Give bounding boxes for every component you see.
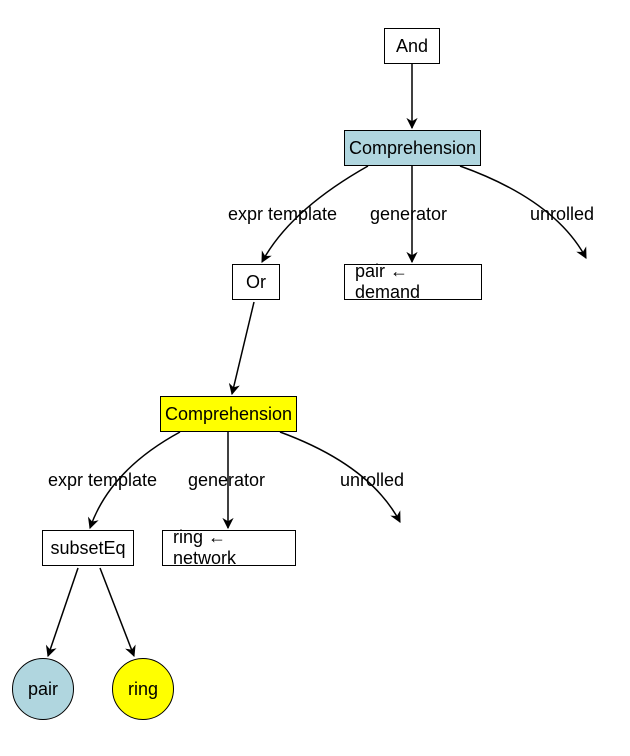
node-and-label: And: [396, 36, 428, 57]
node-comprehension-1: Comprehension: [344, 130, 481, 166]
edge-label-expr-template-1: expr template: [228, 204, 337, 225]
node-ring-network: ring ← network: [162, 530, 296, 566]
diagram-edges: [0, 0, 630, 756]
node-subseteq: subsetEq: [42, 530, 134, 566]
edge-label-unrolled-1: unrolled: [530, 204, 594, 225]
node-or: Or: [232, 264, 280, 300]
node-ring-network-label: ring ← network: [173, 527, 285, 569]
node-and: And: [384, 28, 440, 64]
node-pair-demand-label: pair ← demand: [355, 261, 471, 303]
node-comprehension-2-label: Comprehension: [165, 404, 292, 425]
node-comprehension-1-label: Comprehension: [349, 138, 476, 159]
edge-label-generator-1: generator: [370, 204, 447, 225]
node-pair: pair: [12, 658, 74, 720]
edge-label-expr-template-2: expr template: [48, 470, 157, 491]
node-pair-label: pair: [28, 679, 58, 700]
node-or-label: Or: [246, 272, 266, 293]
node-pair-demand: pair ← demand: [344, 264, 482, 300]
node-ring-label: ring: [128, 679, 158, 700]
node-subseteq-label: subsetEq: [50, 538, 125, 559]
edge-label-generator-2: generator: [188, 470, 265, 491]
node-comprehension-2: Comprehension: [160, 396, 297, 432]
edge-label-unrolled-2: unrolled: [340, 470, 404, 491]
node-ring: ring: [112, 658, 174, 720]
